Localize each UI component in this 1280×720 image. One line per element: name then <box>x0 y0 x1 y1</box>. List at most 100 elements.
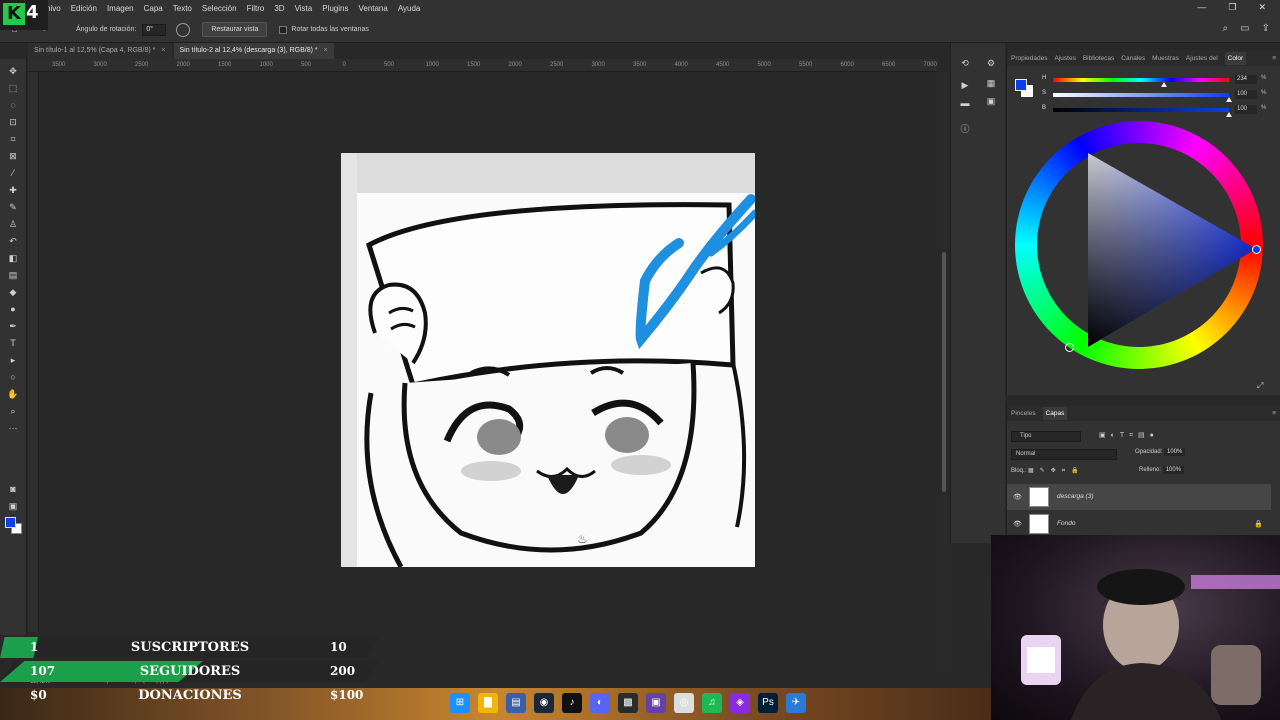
blur-tool-icon[interactable]: ◆ <box>6 286 20 298</box>
vertical-scrollbar[interactable] <box>940 72 948 672</box>
reset-view-button[interactable]: Restaurar vista <box>202 22 268 37</box>
info-icon[interactable]: ⓘ <box>959 123 971 135</box>
layer-name[interactable]: Fondo <box>1057 520 1075 527</box>
photoshop-icon[interactable]: Ps <box>758 693 778 713</box>
close-icon[interactable]: ✕ <box>1258 2 1266 13</box>
discord-icon[interactable]: ◐ <box>590 693 610 713</box>
menu-item-2[interactable]: Imagen <box>107 4 134 13</box>
foreground-color-swatch[interactable] <box>5 517 16 528</box>
saturation-value[interactable]: 100 <box>1235 90 1257 99</box>
layer-filter-icons[interactable]: ▣◐T⌗▤● <box>1099 431 1159 440</box>
panel-tab-0[interactable]: Propiedades <box>1011 55 1048 62</box>
panel-tab-2[interactable]: Bibliotecas <box>1083 55 1114 62</box>
rotation-angle-input[interactable]: 0° <box>142 23 167 36</box>
menu-item-1[interactable]: Edición <box>71 4 97 13</box>
eraser-tool-icon[interactable]: ◧ <box>6 252 20 264</box>
brightness-slider[interactable]: B 100 % <box>1042 105 1275 117</box>
hue-knob[interactable] <box>1161 82 1167 87</box>
navigator-icon[interactable]: ▣ <box>985 95 997 107</box>
saturation-track[interactable] <box>1053 93 1229 97</box>
panel-tab-4[interactable]: Muestras <box>1152 55 1179 62</box>
healing-tool-icon[interactable]: ✚ <box>6 184 20 196</box>
type-tool-icon[interactable]: T <box>6 337 20 349</box>
expand-icon[interactable]: ⤢ <box>1257 381 1263 391</box>
dodge-tool-icon[interactable]: ● <box>6 303 20 315</box>
rotation-dial[interactable] <box>176 22 191 37</box>
tiktok-icon[interactable]: ♪ <box>562 693 582 713</box>
menu-item-5[interactable]: Selección <box>202 4 237 13</box>
color-foreground-swatch[interactable] <box>1015 79 1027 91</box>
crop-tool-icon[interactable]: ⌗ <box>6 133 20 145</box>
layer-name[interactable]: descarga (3) <box>1057 493 1094 500</box>
zoom-tool-icon[interactable]: ⌕ <box>6 405 20 417</box>
history-brush-icon[interactable]: ↶ <box>6 235 20 247</box>
minimize-icon[interactable]: — <box>1197 2 1206 13</box>
menu-item-9[interactable]: Plugins <box>322 4 348 13</box>
notes-icon[interactable]: ▤ <box>506 693 526 713</box>
rotate-all-checkbox[interactable] <box>279 25 288 34</box>
lasso-tool-icon[interactable]: ◌ <box>6 99 20 111</box>
move-tool-icon[interactable]: ✥ <box>6 65 20 77</box>
grid-panel-icon[interactable]: ▦ <box>985 77 997 89</box>
menu-item-4[interactable]: Texto <box>173 4 192 13</box>
visibility-eye-icon[interactable]: 👁 <box>1013 493 1022 501</box>
menu-item-10[interactable]: Ventana <box>358 4 387 13</box>
menu-item-8[interactable]: Vista <box>295 4 313 13</box>
spotify-icon[interactable]: ♫ <box>702 693 722 713</box>
menu-item-6[interactable]: Filtro <box>247 4 265 13</box>
panel-tab-0[interactable]: Pinceles <box>1011 410 1036 417</box>
steam-icon[interactable]: ◉ <box>534 693 554 713</box>
panel-tab-5[interactable]: Ajustes del <box>1186 55 1218 62</box>
object-select-tool-icon[interactable]: ⊡ <box>6 116 20 128</box>
quick-mask-icon[interactable]: ◙ <box>6 483 20 495</box>
tab-document-1[interactable]: Sin título-1 al 12,5% (Capa 4, RGB/8) * × <box>28 43 172 59</box>
hue-value[interactable]: 234 <box>1235 75 1257 84</box>
windows-icon[interactable]: ⊞ <box>450 693 470 713</box>
restore-icon[interactable]: ❐ <box>1228 2 1236 13</box>
layer-filter-select[interactable]: Tipo <box>1011 431 1081 442</box>
actions-play-icon[interactable]: ▶ <box>959 79 971 91</box>
app2-icon[interactable]: ✈ <box>786 693 806 713</box>
share-icon[interactable]: ⇪ <box>1262 23 1270 34</box>
hue-slider[interactable]: H 234 % <box>1042 75 1275 87</box>
eyedropper-tool-icon[interactable]: ⁄ <box>6 167 20 179</box>
path-select-tool-icon[interactable]: ▸ <box>6 354 20 366</box>
panel-tab-1[interactable]: Capas <box>1042 406 1068 420</box>
canvas-area[interactable]: ♨ <box>39 72 938 672</box>
saturation-knob[interactable] <box>1226 97 1232 102</box>
saturation-slider[interactable]: S 100 % <box>1042 90 1275 102</box>
screen-mode-icon[interactable]: ▣ <box>6 500 20 512</box>
twitch-icon[interactable]: ▣ <box>646 693 666 713</box>
layer-row[interactable]: 👁 Fondo 🔒 <box>1007 511 1271 537</box>
more-tools-icon[interactable]: ⋯ <box>6 422 20 434</box>
menu-item-7[interactable]: 3D <box>274 4 284 13</box>
chrome-icon[interactable]: ◎ <box>674 693 694 713</box>
stamp-tool-icon[interactable]: ♙ <box>6 218 20 230</box>
opacity-control[interactable]: Opacidad: 100% <box>1135 448 1186 456</box>
history-icon[interactable]: ⟲ <box>959 57 971 69</box>
opacity-value[interactable]: 100% <box>1164 448 1186 456</box>
brightness-track[interactable] <box>1053 108 1229 112</box>
marquee-tool-icon[interactable]: ⬚ <box>6 82 20 94</box>
game-icon[interactable]: ▩ <box>618 693 638 713</box>
explorer-icon[interactable]: ▇ <box>478 693 498 713</box>
menu-item-3[interactable]: Capa <box>144 4 163 13</box>
panel-tab-6[interactable]: Color <box>1224 51 1247 65</box>
hue-ring-knob[interactable] <box>1065 343 1074 352</box>
panel-menu-icon[interactable]: ≡ <box>1272 55 1276 62</box>
close-tab-icon[interactable]: × <box>324 47 328 54</box>
document-canvas[interactable]: ♨ <box>341 153 755 567</box>
color-picker-knob[interactable] <box>1252 245 1261 254</box>
frame-tool-icon[interactable]: ⊠ <box>6 150 20 162</box>
brush-settings-icon[interactable]: ⚙ <box>985 57 997 69</box>
fill-control[interactable]: Relleno: 100% <box>1139 466 1185 474</box>
lock-icons[interactable]: ▦✎✥⌗🔒 <box>1028 468 1085 474</box>
menu-item-11[interactable]: Ayuda <box>398 4 421 13</box>
search-icon[interactable]: ⌕ <box>1223 23 1229 34</box>
close-tab-icon[interactable]: × <box>161 47 165 54</box>
fill-value[interactable]: 100% <box>1162 466 1185 474</box>
brush-tool-icon[interactable]: ✎ <box>6 201 20 213</box>
hue-track[interactable] <box>1053 78 1229 82</box>
pen-tool-icon[interactable]: ✒ <box>6 320 20 332</box>
app-icon[interactable]: ◈ <box>730 693 750 713</box>
